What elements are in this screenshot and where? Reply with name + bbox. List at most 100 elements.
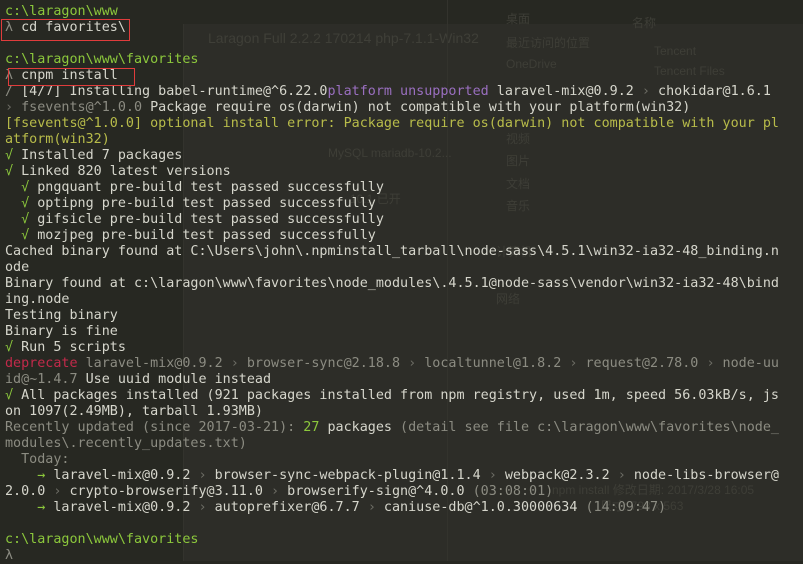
terminal-line: 2.0.0 › crypto-browserify@3.11.0 › brows… <box>5 484 803 500</box>
terminal-text: cnpm install <box>21 68 118 83</box>
terminal-text: c:\laragon\www <box>5 4 118 19</box>
check-icon: √ <box>5 180 38 195</box>
terminal-text: Binary found at c:\laragon\www\favorites… <box>5 276 779 291</box>
terminal-text: ing.node <box>5 292 70 307</box>
terminal-text: [4/7] Installing babel-runtime@^6.22.0 <box>21 84 328 99</box>
check-icon: √ <box>5 228 38 243</box>
terminal-text: Cached binary found at C:\Users\john\.np… <box>5 244 779 259</box>
chevron-right-icon: › <box>706 356 715 371</box>
terminal-line: √ Run 5 scripts <box>5 340 803 356</box>
check-icon: √ <box>5 148 22 163</box>
terminal-text: localtunnel@1.8.2 <box>416 356 570 371</box>
chevron-right-icon: › <box>271 484 280 499</box>
terminal-line: ing.node <box>5 292 803 308</box>
arrow-icon: → <box>5 468 54 483</box>
terminal-line: Recently updated (since 2017-03-21): 27 … <box>5 420 803 436</box>
terminal-text: deprecate <box>5 356 78 371</box>
chevron-right-icon: › <box>198 468 207 483</box>
check-icon: √ <box>5 340 22 355</box>
chevron-right-icon: › <box>408 356 417 371</box>
terminal-text: Run 5 scripts <box>21 340 126 355</box>
terminal-text: (03:08:01) <box>472 484 554 499</box>
terminal-text: Recently updated (since 2017-03-21): <box>5 420 304 435</box>
terminal-text: 2.0.0 <box>5 484 54 499</box>
terminal-text: Testing binary <box>5 308 118 323</box>
terminal-line: Testing binary <box>5 308 803 324</box>
terminal-output[interactable]: c:\laragon\www λ cd favorites\ c:\laragon… <box>5 4 803 564</box>
terminal-line: λ <box>5 548 803 564</box>
terminal-text: / <box>5 84 22 99</box>
check-icon: √ <box>5 164 22 179</box>
terminal-text: packages <box>319 420 401 435</box>
terminal-line: Binary is fine <box>5 324 803 340</box>
terminal-text: Binary is fine <box>5 324 118 339</box>
terminal-line: √ Installed 7 packages <box>5 148 803 164</box>
terminal-line: Today: <box>5 452 803 468</box>
terminal-text: c:\laragon\www\favorites <box>5 532 199 547</box>
chevron-right-icon: › <box>488 468 497 483</box>
terminal-line: ode <box>5 260 803 276</box>
terminal-line: √ All packages installed (921 packages i… <box>5 388 803 404</box>
terminal-text: ode <box>5 260 30 275</box>
terminal-text: Installed 7 packages <box>21 148 183 163</box>
terminal-text: [fsevents@^1.0.0] optional install error… <box>5 116 779 131</box>
terminal-text: chokidar@1.6.1 <box>649 84 771 99</box>
terminal-text: laravel-mix@0.9.2 <box>77 356 231 371</box>
arrow-icon: → <box>5 500 54 515</box>
terminal-text: node-libs-browser@ <box>625 468 779 483</box>
terminal-line: → laravel-mix@0.9.2 › browser-sync-webpa… <box>5 468 803 484</box>
terminal-text: browserify-sign@^4.0.0 <box>279 484 473 499</box>
terminal-line: deprecate laravel-mix@0.9.2 › browser-sy… <box>5 356 803 372</box>
terminal-text: optipng pre-build test passed successful… <box>37 196 376 211</box>
terminal-text: request@2.78.0 <box>577 356 707 371</box>
terminal-text: pngquant pre-build test passed successfu… <box>37 180 384 195</box>
terminal-line: / [4/7] Installing babel-runtime@^6.22.0… <box>5 84 803 100</box>
prompt-lambda-icon: λ <box>5 68 22 83</box>
terminal-text: node-uu <box>714 356 779 371</box>
terminal-line: Cached binary found at C:\Users\john\.np… <box>5 244 803 260</box>
terminal-text: Use uuid module instead <box>77 372 272 387</box>
chevron-right-icon: › <box>641 84 650 99</box>
terminal-text: webpack@2.3.2 <box>496 468 618 483</box>
terminal-line: id@~1.4.7 Use uuid module instead <box>5 372 803 388</box>
terminal-text: cd favorites\ <box>21 20 126 35</box>
terminal-text: laravel-mix@0.9.2 <box>53 468 199 483</box>
command-line: λ cnpm install <box>5 68 803 84</box>
terminal-line: √ optipng pre-build test passed successf… <box>5 196 803 212</box>
chevron-right-icon: › <box>5 100 22 115</box>
terminal-text: id@~1.4.7 <box>5 372 78 387</box>
terminal-text: browser-sync-webpack-plugin@1.1.4 <box>206 468 489 483</box>
terminal-text: browser-sync@2.18.8 <box>238 356 409 371</box>
terminal-line: √ gifsicle pre-build test passed success… <box>5 212 803 228</box>
terminal-line: on 1097(2.49MB), tarball 1.93MB) <box>5 404 803 420</box>
terminal-line: atform(win32) <box>5 132 803 148</box>
terminal-text: crypto-browserify@3.11.0 <box>61 484 272 499</box>
terminal-text: platform unsupported <box>327 84 489 99</box>
terminal-text: 27 <box>303 420 320 435</box>
terminal-line: c:\laragon\www\favorites <box>5 52 803 68</box>
terminal-line: c:\laragon\www <box>5 4 803 20</box>
terminal-text: fsevents@^1.0.0 <box>21 100 143 115</box>
terminal-text: caniuse-db@^1.0.30000634 <box>375 500 586 515</box>
terminal-text: gifsicle pre-build test passed successfu… <box>37 212 384 227</box>
check-icon: √ <box>5 388 22 403</box>
command-line: λ cd favorites\ <box>5 20 803 36</box>
terminal-line: → laravel-mix@0.9.2 › autoprefixer@6.7.7… <box>5 500 803 516</box>
chevron-right-icon: › <box>617 468 626 483</box>
terminal-line: √ mozjpeg pre-build test passed successf… <box>5 228 803 244</box>
terminal-text: modules\.recently_updates.txt) <box>5 436 247 451</box>
terminal-line: [fsevents@^1.0.0] optional install error… <box>5 116 803 132</box>
chevron-right-icon: › <box>230 356 239 371</box>
terminal-text: c:\laragon\www\favorites <box>5 52 199 67</box>
check-icon: √ <box>5 212 38 227</box>
terminal-text: Linked 820 latest versions <box>21 164 231 179</box>
terminal-text: mozjpeg pre-build test passed successful… <box>37 228 376 243</box>
terminal-text: All packages installed (921 packages ins… <box>21 388 779 403</box>
terminal-line: √ Linked 820 latest versions <box>5 164 803 180</box>
terminal-text: laravel-mix@0.9.2 <box>488 84 642 99</box>
chevron-right-icon: › <box>198 500 207 515</box>
terminal-text: (detail see file c:\laragon\www\favorite… <box>400 420 779 435</box>
check-icon: √ <box>5 196 38 211</box>
